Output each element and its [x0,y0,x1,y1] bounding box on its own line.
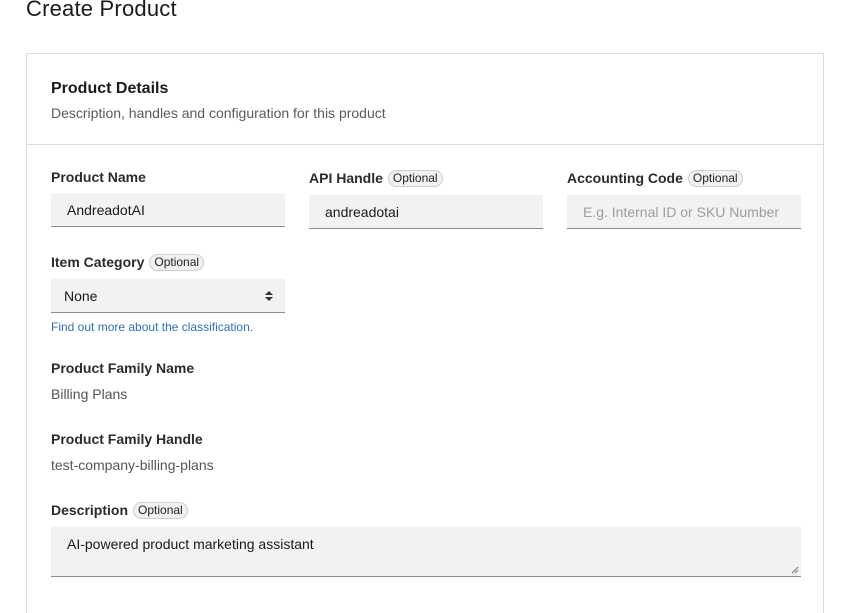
description-text: AI-powered product marketing assistant [67,536,314,552]
page-title: Create Product [26,0,177,21]
product-name-input[interactable]: AndreadotAI [51,193,285,227]
product-family-name-value: Billing Plans [51,386,128,402]
card-header: Product Details Description, handles and… [27,54,823,145]
product-name-label-text: Product Name [51,169,146,185]
classification-help-link[interactable]: Find out more about the classification. [51,320,285,334]
textarea-resize-icon[interactable] [791,566,799,574]
api-handle-label-text: API Handle [309,170,383,186]
optional-badge: Optional [687,169,743,187]
select-updown-icon [265,290,273,301]
description-label-text: Description [51,502,129,518]
optional-badge: Optional [149,253,205,271]
product-family-handle-label: Product Family Handle [51,431,203,447]
product-name-field: Product Name AndreadotAI [51,167,285,227]
product-details-card: Product Details Description, handles and… [26,53,824,613]
card-subtitle: Description, handles and configuration f… [51,105,386,121]
item-category-field: Item Category Optional None Find out mor… [51,252,285,334]
api-handle-label: API Handle Optional [309,168,543,188]
accounting-code-input[interactable]: E.g. Internal ID or SKU Number [567,195,801,229]
item-category-label-text: Item Category [51,254,145,270]
item-category-selected-value: None [64,287,98,304]
product-family-handle-field: Product Family Handle test-company-billi… [51,429,214,474]
optional-badge: Optional [133,501,188,519]
accounting-code-label: Accounting Code Optional [567,168,801,188]
accounting-code-field: Accounting Code Optional E.g. Internal I… [567,168,801,229]
api-handle-field: API Handle Optional andreadotai [309,168,543,229]
optional-badge: Optional [387,169,443,187]
description-label: Description Optional [51,500,801,520]
item-category-label: Item Category Optional [51,252,285,272]
api-handle-input[interactable]: andreadotai [309,195,543,229]
description-field: Description Optional AI-powered product … [51,500,801,577]
product-family-name-field: Product Family Name Billing Plans [51,358,194,403]
item-category-select[interactable]: None [51,279,285,313]
product-name-label: Product Name [51,167,285,187]
product-family-handle-value: test-company-billing-plans [51,457,214,473]
accounting-code-label-text: Accounting Code [567,170,683,186]
description-textarea[interactable]: AI-powered product marketing assistant [51,527,801,577]
card-title: Product Details [51,80,169,97]
product-family-name-label: Product Family Name [51,360,195,376]
